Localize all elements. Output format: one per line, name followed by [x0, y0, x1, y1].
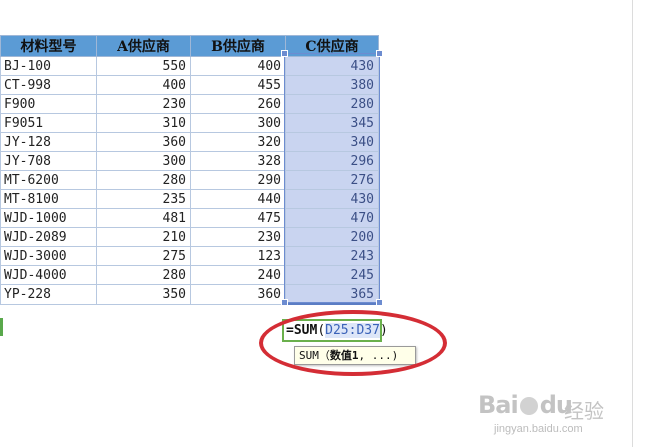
- cell-supplier-a[interactable]: 310: [96, 113, 191, 133]
- cell-supplier-a[interactable]: 210: [96, 227, 191, 247]
- table-row: BJ-100 550 400 430: [0, 56, 379, 76]
- cell-supplier-c[interactable]: 276: [285, 170, 379, 190]
- cell-supplier-c[interactable]: 200: [285, 227, 379, 247]
- cell-supplier-c[interactable]: 470: [285, 208, 379, 228]
- cell-supplier-b[interactable]: 475: [190, 208, 286, 228]
- cell-supplier-c[interactable]: 380: [285, 75, 379, 95]
- cell-supplier-b[interactable]: 123: [190, 246, 286, 266]
- table-row: F900 230 260 280: [0, 94, 379, 114]
- watermark-logo-text: Bai: [478, 391, 519, 419]
- cell-supplier-a[interactable]: 300: [96, 151, 191, 171]
- cell-supplier-a[interactable]: 280: [96, 170, 191, 190]
- cell-supplier-c[interactable]: 340: [285, 132, 379, 152]
- cell-supplier-b[interactable]: 290: [190, 170, 286, 190]
- cell-supplier-c[interactable]: 245: [285, 265, 379, 285]
- formula-close-paren: ): [379, 323, 388, 338]
- cell-supplier-c[interactable]: 430: [285, 56, 379, 76]
- cell-model[interactable]: F900: [0, 94, 97, 114]
- cell-supplier-a[interactable]: 360: [96, 132, 191, 152]
- formula-edit-cell[interactable]: =SUM(D25:D37): [282, 319, 388, 342]
- cell-supplier-b[interactable]: 300: [190, 113, 286, 133]
- table-row: WJD-1000 481 475 470: [0, 208, 379, 228]
- cell-supplier-a[interactable]: 230: [96, 94, 191, 114]
- formula-function: =SUM: [286, 323, 318, 338]
- cell-supplier-b[interactable]: 360: [190, 284, 286, 305]
- watermark-logo: Bai du: [478, 391, 573, 419]
- cell-model[interactable]: MT-8100: [0, 189, 97, 209]
- tooltip-current-argument: 数值1: [329, 349, 359, 362]
- cell-supplier-a[interactable]: 235: [96, 189, 191, 209]
- cell-supplier-b[interactable]: 440: [190, 189, 286, 209]
- header-cell-supplier-a[interactable]: A供应商: [96, 35, 191, 57]
- watermark-jingyan: 经验: [564, 399, 604, 423]
- cell-model[interactable]: BJ-100: [0, 56, 97, 76]
- cell-model[interactable]: F9051: [0, 113, 97, 133]
- cell-supplier-a[interactable]: 280: [96, 265, 191, 285]
- cell-supplier-c[interactable]: 430: [285, 189, 379, 209]
- table-row: JY-128 360 320 340: [0, 132, 379, 152]
- spreadsheet-area[interactable]: 材料型号 A供应商 B供应商 C供应商 BJ-100 550 400 430 CT-99…: [0, 0, 650, 447]
- cell-supplier-b[interactable]: 455: [190, 75, 286, 95]
- cell-supplier-a[interactable]: 350: [96, 284, 191, 305]
- tooltip-open-paren: （: [318, 349, 330, 362]
- tooltip-rest: , ...): [358, 349, 399, 362]
- cell-model[interactable]: CT-998: [0, 75, 97, 95]
- paw-icon: [519, 397, 538, 415]
- cell-supplier-c[interactable]: 243: [285, 246, 379, 266]
- cell-supplier-c[interactable]: 280: [285, 94, 379, 114]
- cell-model[interactable]: WJD-3000: [0, 246, 97, 266]
- active-row-indicator: [0, 318, 3, 336]
- header-cell-model[interactable]: 材料型号: [0, 35, 97, 57]
- cell-supplier-c[interactable]: 365: [285, 284, 379, 305]
- column-gridline: [632, 0, 633, 447]
- cell-supplier-a[interactable]: 550: [96, 56, 191, 76]
- supplier-price-table: 材料型号 A供应商 B供应商 C供应商 BJ-100 550 400 430 CT-99…: [0, 35, 379, 305]
- table-row: WJD-3000 275 123 243: [0, 246, 379, 266]
- watermark-url: jingyan.baidu.com: [494, 423, 583, 435]
- table-row: MT-8100 235 440 430: [0, 189, 379, 209]
- function-syntax-tooltip[interactable]: SUM（数值1, ...): [294, 346, 416, 365]
- watermark: Bai du 经验 jingyan.baidu.com: [478, 391, 628, 441]
- cell-model[interactable]: MT-6200: [0, 170, 97, 190]
- table-row: YP-228 350 360 365: [0, 284, 379, 305]
- cell-supplier-b[interactable]: 328: [190, 151, 286, 171]
- header-cell-supplier-b[interactable]: B供应商: [190, 35, 286, 57]
- header-row: 材料型号 A供应商 B供应商 C供应商: [0, 35, 379, 57]
- formula-range-reference[interactable]: D25:D37: [325, 323, 380, 338]
- cell-supplier-b[interactable]: 400: [190, 56, 286, 76]
- cell-supplier-c[interactable]: 296: [285, 151, 379, 171]
- cell-supplier-b[interactable]: 240: [190, 265, 286, 285]
- formula-open-paren: (: [317, 323, 326, 338]
- cell-model[interactable]: WJD-2089: [0, 227, 97, 247]
- cell-model[interactable]: YP-228: [0, 284, 97, 305]
- cell-supplier-a[interactable]: 275: [96, 246, 191, 266]
- cell-supplier-a[interactable]: 481: [96, 208, 191, 228]
- tooltip-function-name[interactable]: SUM: [299, 349, 319, 362]
- cell-supplier-b[interactable]: 230: [190, 227, 286, 247]
- cell-supplier-b[interactable]: 260: [190, 94, 286, 114]
- cell-model[interactable]: WJD-1000: [0, 208, 97, 228]
- cell-model[interactable]: JY-708: [0, 151, 97, 171]
- cell-model[interactable]: WJD-4000: [0, 265, 97, 285]
- cell-supplier-a[interactable]: 400: [96, 75, 191, 95]
- header-cell-supplier-c[interactable]: C供应商: [285, 35, 379, 57]
- cell-model[interactable]: JY-128: [0, 132, 97, 152]
- table-row: F9051 310 300 345: [0, 113, 379, 133]
- table-row: JY-708 300 328 296: [0, 151, 379, 171]
- table-row: WJD-4000 280 240 245: [0, 265, 379, 285]
- table-row: MT-6200 280 290 276: [0, 170, 379, 190]
- table-row: CT-998 400 455 380: [0, 75, 379, 95]
- cell-supplier-b[interactable]: 320: [190, 132, 286, 152]
- table-row: WJD-2089 210 230 200: [0, 227, 379, 247]
- cell-supplier-c[interactable]: 345: [285, 113, 379, 133]
